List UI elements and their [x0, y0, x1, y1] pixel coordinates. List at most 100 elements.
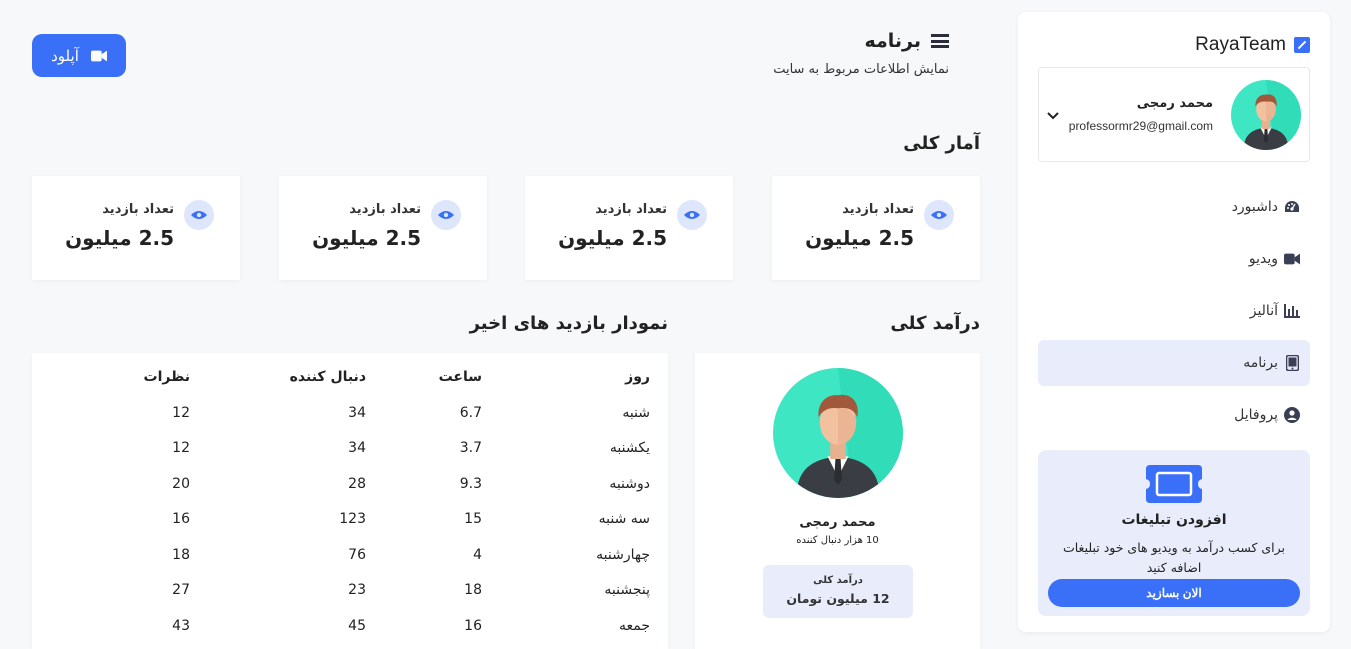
sidebar-item-video[interactable]: ویدیو	[1038, 236, 1310, 282]
table-row: دوشنبه 9.3 28 20	[32, 472, 668, 508]
table-cell: پنجشنبه	[604, 582, 650, 598]
stat-label: تعداد بازدید	[842, 202, 914, 217]
stat-value: 2.5 میلیون	[312, 226, 421, 250]
income-title: درآمد کلی	[890, 313, 980, 334]
profile-email: professormr29@gmail.com	[1068, 119, 1213, 133]
table-row: چهارشنبه 4 76 18	[32, 543, 668, 579]
stat-label: تعداد بازدید	[102, 202, 174, 217]
table-row: یکشنبه 3.7 34 12	[32, 436, 668, 472]
table-cell: چهارشنبه	[596, 546, 650, 563]
video-icon	[90, 48, 107, 64]
table-cell: 4	[473, 546, 482, 563]
table-cell: جمعه	[618, 617, 650, 634]
create-now-button[interactable]: الان بسازید	[1048, 579, 1300, 607]
income-name: محمد رمجی	[799, 515, 876, 530]
tablet-icon	[1284, 355, 1300, 371]
upload-button[interactable]: آپلود	[32, 34, 126, 77]
eye-icon	[677, 200, 707, 230]
table-cell: 20	[172, 475, 190, 492]
income-card: محمد رمجی 10 هزار دنبال کننده درآمد کلی …	[695, 353, 980, 649]
eye-icon	[924, 200, 954, 230]
table-cell: 45	[348, 617, 366, 634]
stat-card: تعداد بازدید 2.5 میلیون	[32, 176, 240, 280]
stat-card: تعداد بازدید 2.5 میلیون	[772, 176, 980, 280]
stat-value: 2.5 میلیون	[805, 226, 914, 250]
income-followers: 10 هزار دنبال کننده	[796, 535, 879, 546]
table-cell: 16	[172, 511, 190, 527]
table-row: شنبه 6.7 34 12	[32, 401, 668, 437]
visits-table: روز ساعت دنبال کننده نظرات شنبه 6.7 34 12 یک…	[32, 353, 668, 649]
menu-icon[interactable]	[931, 34, 949, 48]
table-cell: یکشنبه	[609, 440, 650, 456]
income-box: درآمد کلی 12 میلیون تومان	[763, 565, 913, 618]
stat-label: تعداد بازدید	[595, 202, 667, 217]
stat-value: 2.5 میلیون	[558, 226, 667, 250]
table-cell: سه شنبه	[598, 511, 650, 527]
table-cell: 18	[464, 582, 482, 598]
table-cell: 43	[172, 617, 190, 634]
table-cell: 123	[339, 511, 366, 527]
sidebar-item-label: پروفایل	[1234, 407, 1278, 423]
eye-icon	[431, 200, 461, 230]
sidebar-item-dashboard[interactable]: داشبورد	[1038, 184, 1310, 230]
page-title: برنامه	[864, 30, 949, 52]
table-cell: 34	[348, 404, 366, 421]
stat-value: 2.5 میلیون	[65, 226, 174, 250]
column-header: روز	[625, 369, 650, 385]
table-cell: 9.3	[459, 475, 482, 492]
chart-icon	[1284, 303, 1300, 319]
table-cell: دوشنبه	[609, 475, 650, 492]
avatar	[1231, 80, 1301, 150]
table-header: روز ساعت دنبال کننده نظرات	[32, 365, 668, 401]
table-cell: 28	[348, 475, 366, 492]
sidebar-item-label: داشبورد	[1231, 199, 1278, 215]
chevron-down-icon[interactable]	[1047, 108, 1059, 124]
profile-name: محمد رمجی	[1136, 96, 1213, 111]
stat-card: تعداد بازدید 2.5 میلیون	[525, 176, 733, 280]
table-cell: 16	[464, 617, 482, 634]
sidebar: RayaTeam محمد رمجی professormr29@gmail.c…	[1018, 12, 1330, 632]
table-cell: 3.7	[459, 440, 482, 456]
income-box-label: درآمد کلی	[813, 575, 863, 586]
income-box-value: 12 میلیون تومان	[786, 591, 890, 606]
visits-title: نمودار بازدید های اخیر	[469, 313, 668, 334]
promo-description: برای کسب درآمد به ویدیو های خود تبلیغات …	[1062, 540, 1286, 575]
sidebar-item-label: ویدیو	[1248, 251, 1278, 267]
brand-logo[interactable]: RayaTeam	[1195, 34, 1310, 56]
table-cell: 12	[172, 440, 190, 456]
brand-icon	[1294, 37, 1310, 53]
table-row: سه شنبه 15 123 16	[32, 507, 668, 543]
upload-label: آپلود	[51, 47, 79, 65]
table-cell: شنبه	[622, 404, 650, 421]
sidebar-item-label: برنامه	[1243, 355, 1278, 371]
avatar	[773, 368, 903, 498]
page-title-text: برنامه	[864, 30, 921, 52]
promo-card: افزودن تبلیغات برای کسب درآمد به ویدیو ه…	[1038, 450, 1310, 616]
gauge-icon	[1284, 199, 1300, 215]
eye-icon	[184, 200, 214, 230]
table-row: جمعه 16 45 43	[32, 614, 668, 649]
table-cell: 18	[172, 546, 190, 563]
page-subtitle: نمایش اطلاعات مربوط به سایت	[773, 62, 949, 77]
ticket-icon	[1146, 465, 1202, 503]
table-cell: 23	[348, 582, 366, 598]
brand-name: RayaTeam	[1195, 34, 1286, 55]
column-header: ساعت	[438, 369, 482, 385]
promo-title: افزودن تبلیغات	[1121, 512, 1227, 528]
table-cell: 12	[172, 404, 190, 421]
table-cell: 76	[348, 546, 366, 563]
sidebar-item-program[interactable]: برنامه	[1038, 340, 1310, 386]
user-circle-icon	[1284, 407, 1300, 423]
sidebar-nav: داشبورد ویدیو آنالیز برنامه پروفایل	[1038, 184, 1310, 444]
column-header: نظرات	[143, 369, 190, 385]
stat-card: تعداد بازدید 2.5 میلیون	[279, 176, 487, 280]
video-icon	[1284, 251, 1300, 267]
profile-card[interactable]: محمد رمجی professormr29@gmail.com	[1038, 67, 1310, 162]
sidebar-item-profile[interactable]: پروفایل	[1038, 392, 1310, 438]
stats-title: آمار کلی	[903, 133, 980, 154]
table: روز ساعت دنبال کننده نظرات شنبه 6.7 34 12 یک…	[32, 365, 668, 649]
sidebar-item-analytics[interactable]: آنالیز	[1038, 288, 1310, 334]
table-cell: 15	[464, 511, 482, 527]
table-cell: 6.7	[459, 404, 482, 421]
table-cell: 27	[172, 582, 190, 598]
